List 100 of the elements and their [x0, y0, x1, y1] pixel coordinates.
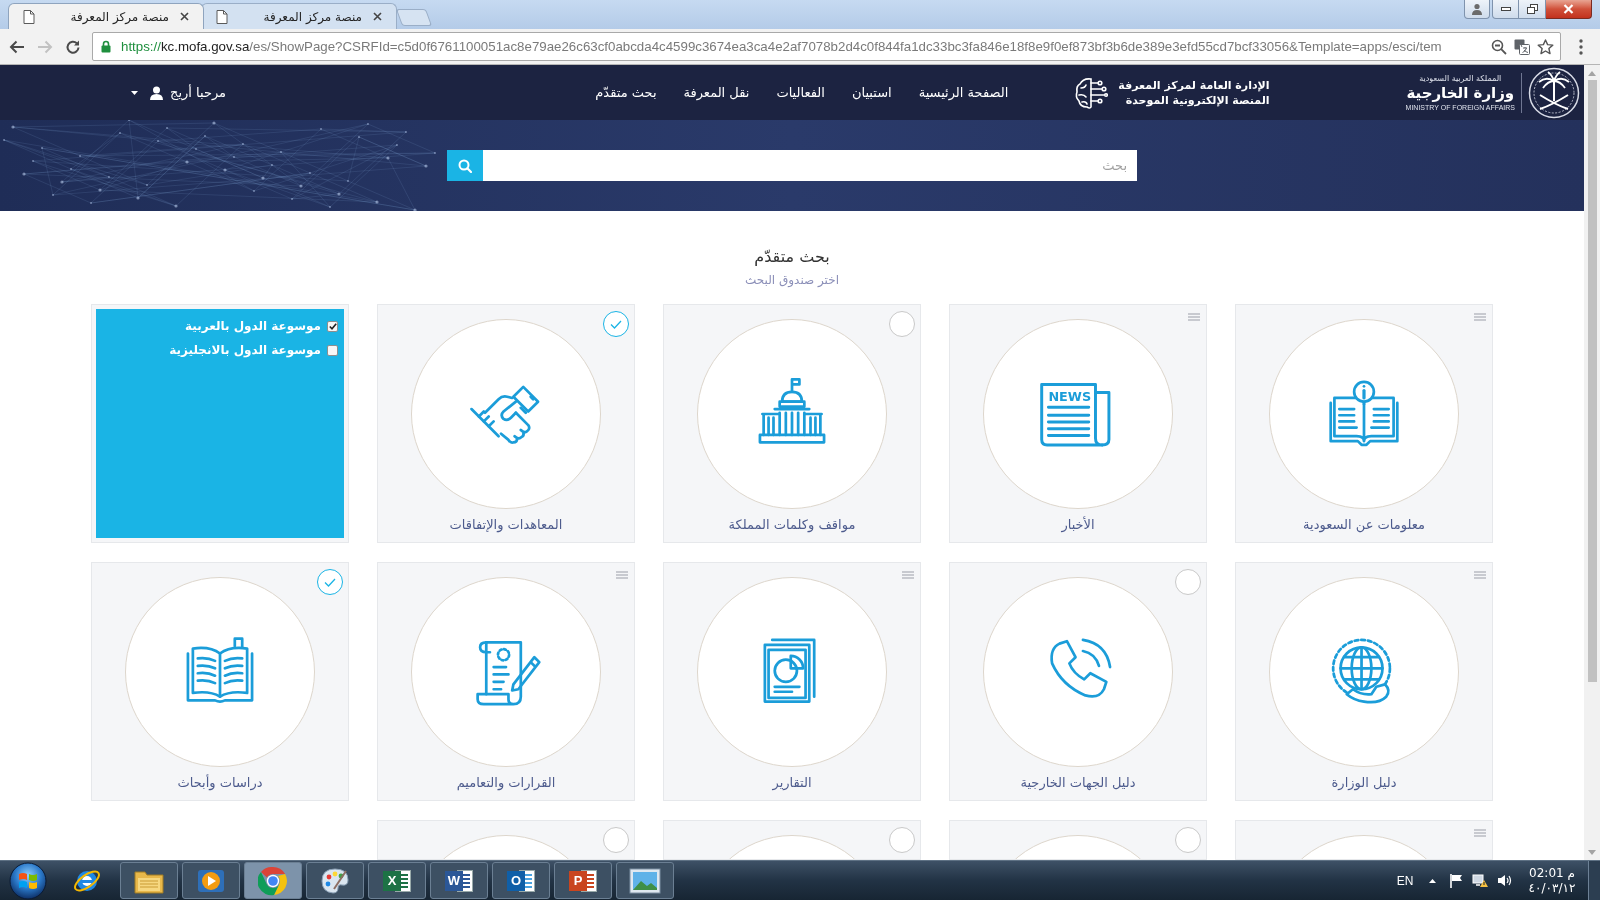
close-window-button[interactable]	[1546, 0, 1592, 19]
taskbar-app-button[interactable]: X	[368, 862, 426, 899]
section-subtitle: اختر صندوق البحث	[745, 272, 839, 288]
close-icon	[1563, 4, 1574, 14]
check-icon	[610, 319, 622, 329]
taskbar-app-button[interactable]: P	[554, 862, 612, 899]
minimize-button[interactable]	[1492, 0, 1519, 19]
menu-icon[interactable]	[1474, 829, 1486, 837]
select-toggle[interactable]	[1175, 569, 1201, 595]
select-toggle[interactable]	[603, 311, 629, 337]
taskbar-app-button[interactable]	[616, 862, 674, 899]
menu-icon[interactable]	[1474, 313, 1486, 321]
close-icon	[179, 12, 189, 21]
category-card[interactable]: دليل الجهات الخارجية	[949, 562, 1207, 801]
select-toggle[interactable]	[1175, 827, 1201, 853]
menu-icon[interactable]	[616, 571, 628, 579]
category-card[interactable]: المعاهدات والإتفاقات	[377, 304, 635, 543]
minimize-icon	[1500, 7, 1511, 11]
clock-date: ٤٠/٠٣/١٢	[1528, 880, 1576, 896]
card-title: دراسات وأبحاث	[177, 774, 263, 792]
caret-up-icon	[1428, 878, 1436, 883]
scrollbar-thumb[interactable]	[1587, 80, 1597, 682]
show-desktop-button[interactable]	[1588, 861, 1600, 900]
section-title: بحث متقدّم	[754, 247, 830, 267]
clock-time: 02:01 م	[1529, 865, 1575, 881]
card-title: المعاهدات والإتفاقات	[449, 516, 563, 534]
clock[interactable]: 02:01 م ٤٠/٠٣/١٢	[1516, 865, 1588, 896]
menu-icon[interactable]	[1474, 571, 1486, 579]
category-card[interactable]: معلومات عن السعودية	[1235, 304, 1493, 543]
card-title: دليل الوزارة	[1331, 774, 1397, 792]
flag-icon	[1449, 873, 1463, 888]
category-card[interactable]: القرارات والتعاميم	[377, 562, 635, 801]
network-warning-icon	[1472, 873, 1488, 888]
paint-palette-icon	[320, 866, 350, 895]
card-title: التقارير	[772, 774, 812, 792]
nav-link[interactable]: الصفحة الرئيسية	[918, 82, 1009, 103]
caret-down-icon	[131, 90, 138, 95]
platform-subtitle-text: المنصة الإلكترونية الموحدة	[1124, 92, 1270, 108]
brain-circuit-icon	[1074, 75, 1109, 110]
language-indicator[interactable]: EN	[1390, 871, 1420, 890]
close-icon	[372, 12, 382, 21]
browser-tab[interactable]: منصة مركز المعرفة	[8, 3, 204, 29]
scroll-down-arrow-icon[interactable]	[1588, 850, 1596, 855]
chrome-logo-icon	[258, 865, 288, 896]
user-icon	[150, 85, 163, 100]
address-bar[interactable]: https://kc.mofa.gov.sa/es/ShowPage?CSRFId=c5d0f6761100051ac8e79ae26c63cf0abcda4c4599c3674ea3ca4e2af7078b2d4c0f844fa1dc33bc3fa846e18f8e9f0ef873bf3b6de389e3efd55cd7bcf33056&Template=apps/esci/tem	[92, 32, 1561, 61]
ministry-name-text: وزارة الخارجية	[1406, 83, 1515, 103]
reload-icon	[65, 38, 81, 55]
menu-icon[interactable]	[902, 571, 914, 579]
taskbar-app-button[interactable]	[182, 862, 240, 899]
document-icon	[216, 9, 228, 24]
category-card[interactable]: مواقف وكلمات المملكة	[663, 304, 921, 543]
select-toggle[interactable]	[889, 827, 915, 853]
more-vertical-icon	[1578, 38, 1583, 55]
speaker-icon	[1496, 874, 1512, 887]
menu-icon[interactable]	[1188, 313, 1200, 321]
select-toggle[interactable]	[889, 311, 915, 337]
nav-link[interactable]: الفعاليات	[776, 82, 825, 103]
star-icon[interactable]	[1537, 38, 1554, 55]
card-title: مواقف وكلمات المملكة	[728, 516, 856, 534]
palm-swords-emblem-icon	[1528, 66, 1580, 119]
user-icon	[1471, 3, 1483, 15]
windows-logo-icon	[9, 861, 47, 900]
zoom-out-icon[interactable]	[1491, 38, 1507, 55]
taskbar-app-button[interactable]: W	[430, 862, 488, 899]
search-field[interactable]: بحث	[483, 150, 1137, 181]
taskbar-app-button[interactable]	[306, 862, 364, 899]
browser-tab[interactable]: منصة مركز المعرفة	[201, 3, 397, 29]
checkbox[interactable]	[327, 320, 338, 332]
nav-link[interactable]: استبيان	[851, 82, 892, 103]
card-title: معلومات عن السعودية	[1303, 516, 1425, 534]
card-title: القرارات والتعاميم	[456, 774, 556, 792]
translate-icon[interactable]	[1514, 38, 1530, 55]
document-icon	[23, 9, 35, 24]
ministry-country-text: المملكة العربية السعودية	[1419, 73, 1502, 84]
search-button[interactable]	[447, 150, 483, 181]
taskbar-app-button[interactable]	[120, 862, 178, 899]
checkbox[interactable]	[327, 344, 338, 356]
new-tab-button[interactable]	[395, 9, 433, 26]
user-menu-button[interactable]: مرحبا أريج	[131, 82, 227, 103]
taskbar-app-button[interactable]: O	[492, 862, 550, 899]
restore-button[interactable]	[1519, 0, 1546, 19]
card-title: الأخبار	[1061, 516, 1095, 534]
scroll-up-arrow-icon[interactable]	[1588, 71, 1596, 76]
check-icon	[324, 577, 336, 587]
search-icon	[458, 158, 472, 173]
landscape-picture-icon	[629, 867, 661, 894]
select-toggle[interactable]	[603, 827, 629, 853]
select-toggle[interactable]	[317, 569, 343, 595]
category-card[interactable]: دليل الوزارة	[1235, 562, 1493, 801]
lock-icon	[101, 40, 111, 53]
card-title: دليل الجهات الخارجية	[1020, 774, 1136, 792]
nav-link[interactable]: بحث متقدّم	[595, 82, 657, 103]
back-arrow-icon	[9, 38, 25, 55]
nav-link[interactable]: نقل المعرفة	[683, 82, 750, 103]
restore-icon	[1526, 4, 1538, 14]
profile-button[interactable]	[1464, 0, 1490, 19]
category-card[interactable]: التقارير	[663, 562, 921, 801]
category-card[interactable]: دراسات وأبحاث	[91, 562, 349, 801]
url-text: https://kc.mofa.gov.sa/es/ShowPage?CSRFId=c5d0f6761100051ac8e79ae26c63cf0abcda4c4599c3674ea3ca4e2af7078b2d4c0f844fa1dc33bc3fa846e18f8e9f0ef873bf3b6de389e3efd55cd7bcf33056&Template=apps/esci/tem	[121, 39, 1442, 54]
